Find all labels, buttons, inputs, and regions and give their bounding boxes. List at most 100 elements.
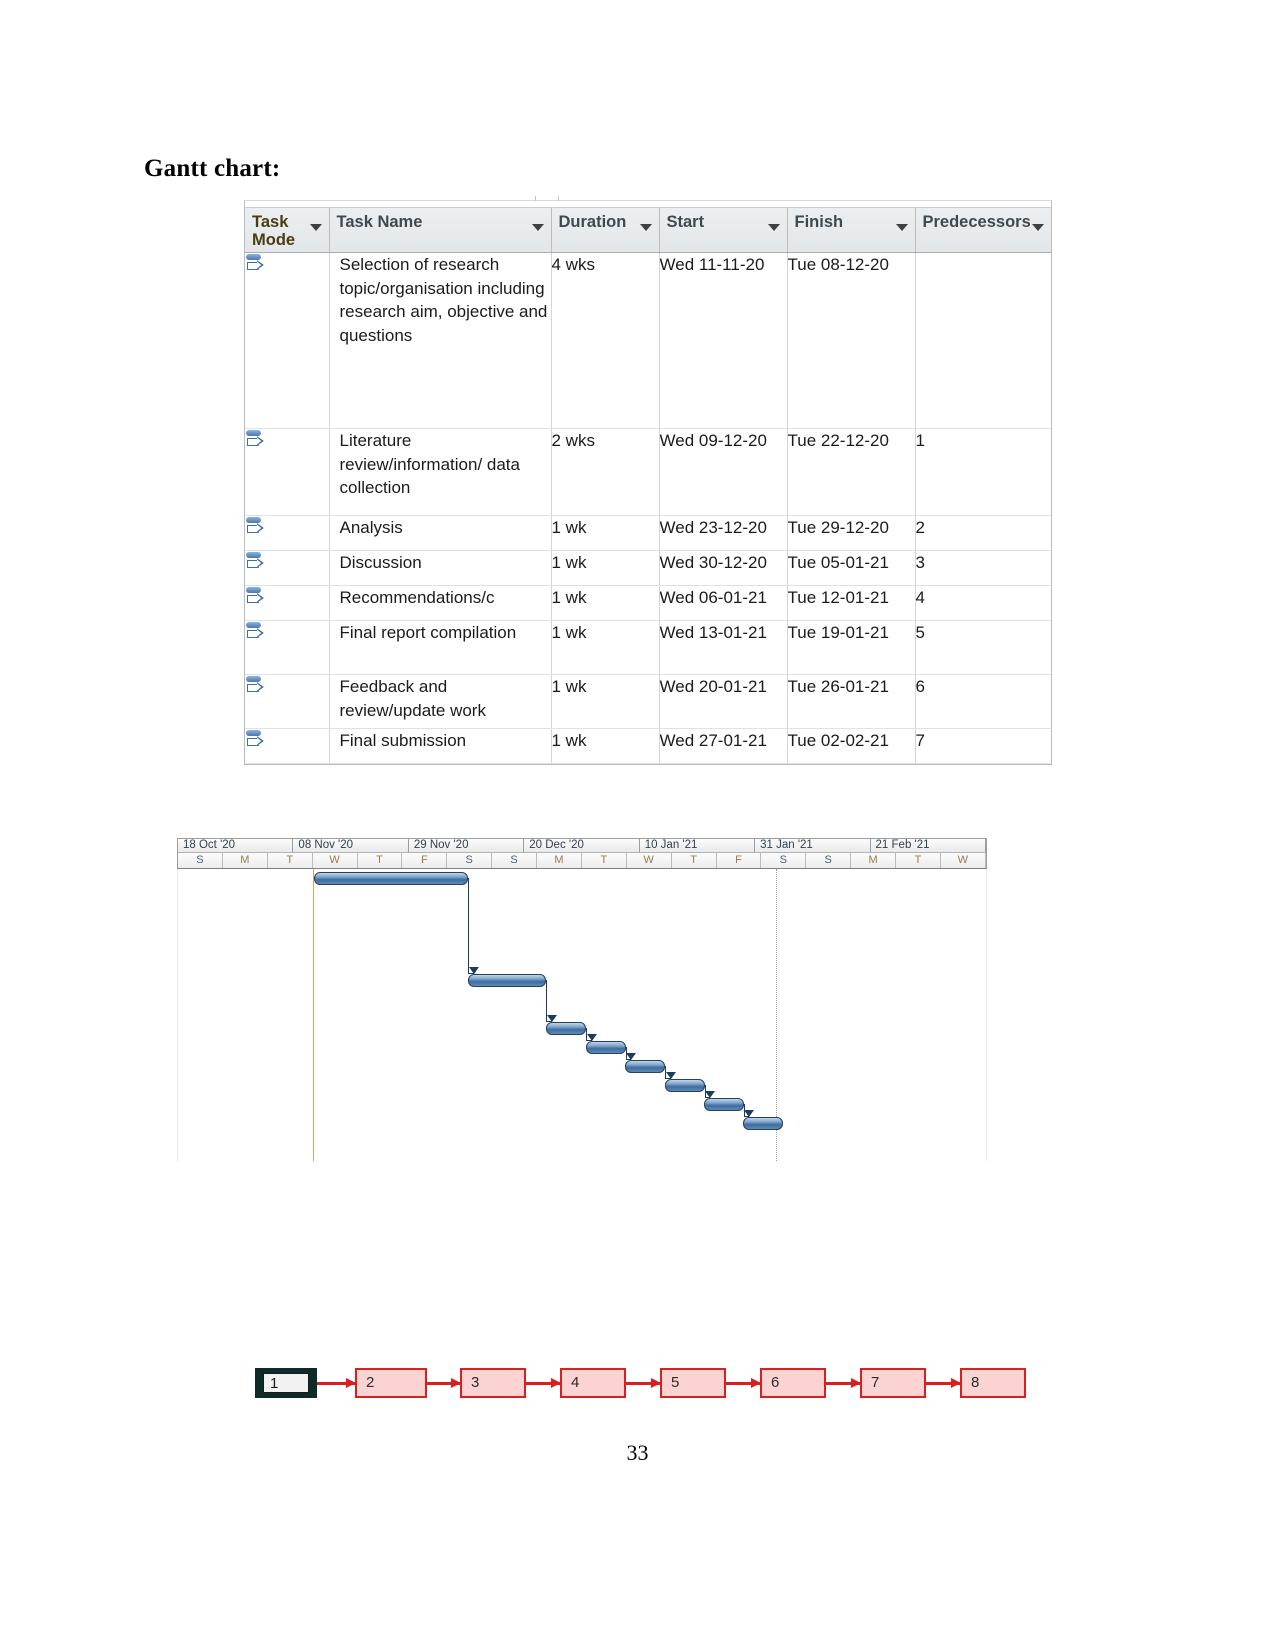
table-row[interactable]: Literature review/information/ data coll… [245, 428, 1051, 516]
gantt-bar[interactable] [546, 1022, 586, 1035]
gantt-bar[interactable] [743, 1117, 783, 1130]
start-date-cell[interactable]: Wed 20-01-21 [659, 674, 788, 729]
manually-scheduled-icon[interactable] [245, 586, 265, 608]
finish-date-cell[interactable]: Tue 05-01-21 [787, 550, 916, 586]
task-mode-cell[interactable] [245, 674, 330, 729]
duration-cell[interactable]: 1 wk [551, 515, 660, 551]
duration-cell[interactable]: 1 wk [551, 674, 660, 729]
chevron-down-icon[interactable] [1032, 224, 1044, 231]
manually-scheduled-icon[interactable] [245, 516, 265, 538]
table-row[interactable]: Final report compilation 1 wk Wed 13-01-21… [245, 620, 1051, 675]
duration-cell[interactable]: 4 wks [551, 252, 660, 429]
chevron-down-icon[interactable] [639, 224, 652, 231]
duration-cell[interactable]: 2 wks [551, 428, 660, 516]
column-header-duration[interactable]: Duration [551, 208, 660, 253]
predecessors-cell[interactable] [915, 252, 1051, 429]
network-node[interactable]: 1 [255, 1368, 317, 1398]
predecessors-cell[interactable]: 5 [915, 620, 1051, 675]
task-name-cell[interactable]: Feedback and review/update work [329, 674, 552, 729]
start-date-cell[interactable]: Wed 11-11-20 [659, 252, 788, 429]
task-name-cell[interactable]: Analysis [329, 515, 552, 551]
predecessors-cell[interactable]: 3 [915, 550, 1051, 586]
duration-cell[interactable]: 1 wk [551, 728, 660, 764]
task-mode-cell[interactable] [245, 252, 330, 429]
start-date-cell[interactable]: Wed 09-12-20 [659, 428, 788, 516]
gantt-bar[interactable] [625, 1060, 665, 1073]
task-mode-cell[interactable] [245, 515, 330, 551]
gantt-bar[interactable] [704, 1098, 744, 1111]
start-date-cell[interactable]: Wed 30-12-20 [659, 550, 788, 586]
finish-date-cell[interactable]: Tue 22-12-20 [787, 428, 916, 516]
table-row[interactable]: Analysis 1 wk Wed 23-12-20 Tue 29-12-20 2 [245, 515, 1051, 551]
task-name-cell[interactable]: Literature review/information/ data coll… [329, 428, 552, 516]
finish-date-cell[interactable]: Tue 08-12-20 [787, 252, 916, 429]
timescale-day-label: W [313, 853, 358, 868]
task-name-cell[interactable]: Selection of research topic/organisation… [329, 252, 552, 429]
predecessors-cell[interactable]: 7 [915, 728, 1051, 764]
network-node[interactable]: 6 [760, 1368, 826, 1398]
chevron-down-icon[interactable] [531, 224, 544, 231]
task-mode-cell[interactable] [245, 428, 330, 516]
gantt-bar[interactable] [665, 1079, 705, 1092]
predecessors-cell[interactable]: 1 [915, 428, 1051, 516]
task-name-cell[interactable]: Discussion [329, 550, 552, 586]
column-header-predecessors[interactable]: Predecessors [915, 208, 1051, 253]
project-task-table[interactable]: Task Mode Task Name Duration Start Finish [244, 196, 1052, 765]
manually-scheduled-icon[interactable] [245, 675, 265, 697]
table-row[interactable]: Feedback and review/update work 1 wk Wed 2… [245, 674, 1051, 729]
task-name-cell[interactable]: Final submission [329, 728, 552, 764]
gantt-bar-area[interactable] [177, 869, 987, 1161]
column-header-start[interactable]: Start [659, 208, 788, 253]
manually-scheduled-icon[interactable] [245, 551, 265, 573]
finish-date-cell[interactable]: Tue 29-12-20 [787, 515, 916, 551]
start-date-cell[interactable]: Wed 27-01-21 [659, 728, 788, 764]
gantt-bar[interactable] [314, 872, 468, 885]
gantt-timeline-chart[interactable]: 18 Oct '20 08 Nov '20 29 Nov '20 20 Dec '20… [177, 838, 987, 1161]
network-node[interactable]: 3 [460, 1368, 526, 1398]
manually-scheduled-icon[interactable] [245, 729, 265, 751]
task-mode-cell[interactable] [245, 550, 330, 586]
task-mode-cell[interactable] [245, 585, 330, 621]
network-node[interactable]: 7 [860, 1368, 926, 1398]
timescale-day-label: M [851, 853, 896, 868]
start-date-cell[interactable]: Wed 13-01-21 [659, 620, 788, 675]
table-row[interactable]: Final submission 1 wk Wed 27-01-21 Tue 02-0… [245, 728, 1051, 764]
column-header-finish[interactable]: Finish [787, 208, 916, 253]
predecessors-cell[interactable]: 6 [915, 674, 1051, 729]
column-header-task-name[interactable]: Task Name [329, 208, 552, 253]
network-node[interactable]: 4 [560, 1368, 626, 1398]
network-node[interactable]: 5 [660, 1368, 726, 1398]
task-mode-cell[interactable] [245, 620, 330, 675]
chevron-down-icon[interactable] [895, 224, 908, 231]
network-node[interactable]: 8 [960, 1368, 1026, 1398]
duration-cell[interactable]: 1 wk [551, 620, 660, 675]
gantt-bar[interactable] [468, 974, 546, 987]
manually-scheduled-icon[interactable] [245, 621, 265, 643]
task-name-cell[interactable]: Final report compilation [329, 620, 552, 675]
start-date-cell[interactable]: Wed 23-12-20 [659, 515, 788, 551]
manually-scheduled-icon[interactable] [245, 429, 265, 451]
network-node[interactable]: 2 [355, 1368, 427, 1398]
finish-date-cell[interactable]: Tue 02-02-21 [787, 728, 916, 764]
duration-cell[interactable]: 1 wk [551, 585, 660, 621]
predecessors-cell[interactable]: 2 [915, 515, 1051, 551]
finish-date-cell[interactable]: Tue 26-01-21 [787, 674, 916, 729]
network-link [926, 1378, 961, 1388]
finish-date-cell[interactable]: Tue 12-01-21 [787, 585, 916, 621]
timescale-day-label: T [672, 853, 717, 868]
table-row[interactable]: Discussion 1 wk Wed 30-12-20 Tue 05-01-21 3 [245, 550, 1051, 586]
chevron-down-icon[interactable] [309, 224, 322, 231]
predecessors-cell[interactable]: 4 [915, 585, 1051, 621]
table-row[interactable]: Recommendations/c 1 wk Wed 06-01-21 Tue 12-… [245, 585, 1051, 621]
task-mode-cell[interactable] [245, 728, 330, 764]
duration-cell[interactable]: 1 wk [551, 550, 660, 586]
chevron-down-icon[interactable] [767, 224, 780, 231]
network-diagram[interactable]: 1 2 3 4 5 6 7 8 [255, 1368, 1026, 1410]
finish-date-cell[interactable]: Tue 19-01-21 [787, 620, 916, 675]
gantt-bar[interactable] [586, 1041, 626, 1054]
task-name-cell[interactable]: Recommendations/c [329, 585, 552, 621]
manually-scheduled-icon[interactable] [245, 253, 265, 275]
column-header-task-mode[interactable]: Task Mode [245, 208, 330, 253]
table-row[interactable]: Selection of research topic/organisation… [245, 252, 1051, 429]
start-date-cell[interactable]: Wed 06-01-21 [659, 585, 788, 621]
